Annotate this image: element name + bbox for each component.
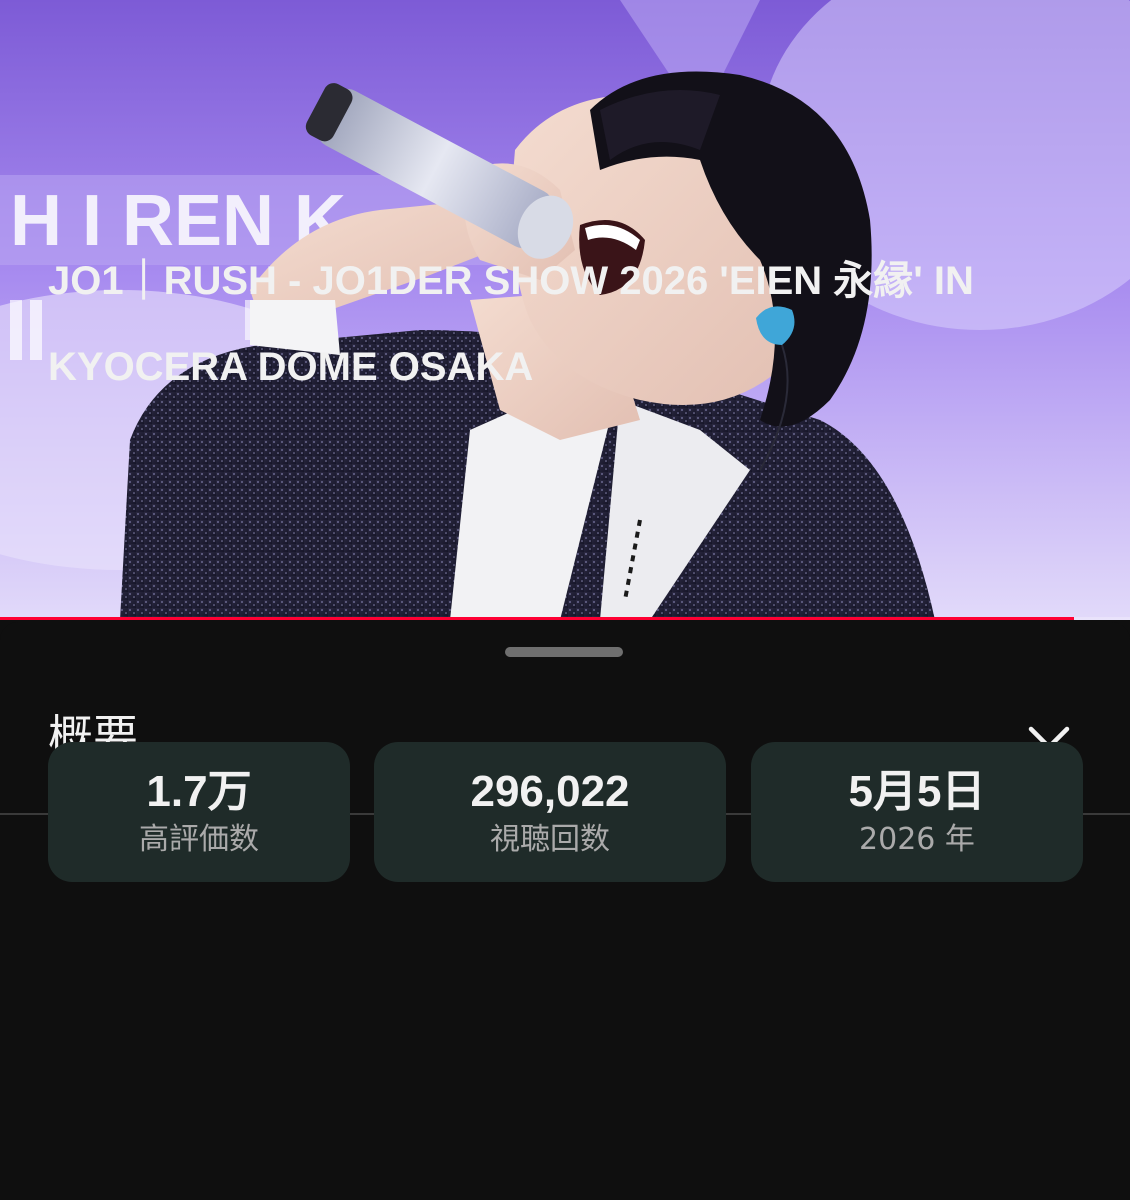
views-label: 視聴回数 [490, 822, 610, 857]
video-title: JO1｜RUSH - JO1DER SHOW 2026 'EIEN 永縁' IN… [48, 259, 974, 389]
video-progress-bar[interactable] [0, 617, 1130, 620]
description-panel: 概要 [0, 622, 1130, 1200]
likes-count: 1.7万 [146, 767, 252, 816]
upload-date: 5月5日 [848, 767, 986, 816]
likes-stat: 1.7万 高評価数 [48, 742, 350, 882]
views-stat: 296,022 視聴回数 [374, 742, 726, 882]
upload-date-stat: 5月5日 2026 年 [751, 742, 1083, 882]
views-count: 296,022 [470, 767, 630, 816]
likes-label: 高評価数 [139, 822, 259, 857]
drag-handle[interactable] [505, 647, 623, 657]
video-progress-fill [0, 617, 1074, 620]
upload-year: 2026 年 [859, 822, 975, 857]
